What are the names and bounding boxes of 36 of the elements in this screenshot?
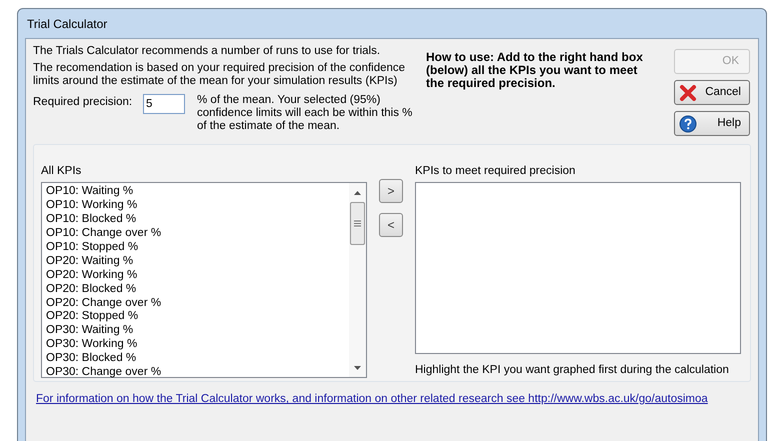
intro-text: The Trials Calculator recommends a number of runs to use for trials. bbox=[33, 45, 382, 58]
kpi-list-item[interactable]: OP10: Stopped % bbox=[46, 240, 349, 255]
intro-text: The recomendation is based on your required precision of the confidence limits around the estimate of the mean for your simulation results (KPIs) bbox=[33, 62, 406, 88]
cancel-button[interactable]: Cancel bbox=[674, 80, 750, 105]
help-icon bbox=[679, 114, 697, 132]
kpi-list-item[interactable]: OP10: Waiting % bbox=[46, 185, 349, 200]
kpi-list-item[interactable]: OP30: Blocked % bbox=[46, 352, 349, 366]
kpi-list-item[interactable]: OP20: Working % bbox=[46, 268, 349, 283]
all-kpis-list[interactable] bbox=[41, 182, 367, 378]
kpi-list-item[interactable]: OP10: Blocked % bbox=[46, 213, 349, 227]
scroll-down-icon[interactable] bbox=[353, 365, 362, 372]
window-title: Trial Calculator bbox=[27, 16, 108, 32]
kpi-list-item[interactable]: OP20: Stopped % bbox=[46, 310, 349, 324]
precision-note: % of the mean. Your selected (95%) confidence limits will each be within this % of the estimate of the mean. bbox=[197, 94, 414, 133]
how-to-use-text: How to use: Add to the right hand box (below) all the KPIs you want to meet the required precision. bbox=[426, 51, 644, 92]
info-link[interactable]: For information on how the Trial Calculator works, and information on other related research see http://www.wbs.ac.uk/go/autosimoa bbox=[36, 391, 708, 408]
kpi-list-item[interactable]: OP30: Change over % bbox=[46, 366, 349, 380]
precision-field[interactable]: 5 bbox=[143, 94, 185, 114]
selected-kpis-label: KPIs to meet required precision bbox=[415, 164, 576, 179]
close-icon bbox=[679, 84, 697, 100]
move-button[interactable]: > bbox=[379, 179, 403, 203]
kpi-list-item[interactable]: OP20: Waiting % bbox=[46, 254, 349, 269]
help-button[interactable]: Help bbox=[674, 111, 750, 136]
scroll-thumb[interactable] bbox=[350, 202, 365, 246]
move-button[interactable]: < bbox=[379, 213, 403, 237]
scrollbar[interactable] bbox=[349, 183, 366, 378]
precision-label: Required precision: bbox=[33, 95, 134, 109]
kpi-list-item[interactable]: OP30: Working % bbox=[46, 338, 349, 352]
hint-text: Highlight the KPI you want graphed first during the calculation bbox=[415, 363, 730, 378]
kpi-list-item[interactable]: OP20: Change over % bbox=[46, 296, 349, 310]
kpi-list-item[interactable]: OP10: Change over % bbox=[46, 226, 349, 241]
all-kpis-label: All KPIs bbox=[41, 164, 82, 179]
kpi-list-item[interactable]: OP10: Working % bbox=[46, 199, 349, 214]
kpi-list-item[interactable]: OP20: Blocked % bbox=[46, 282, 349, 296]
kpi-list-item[interactable]: OP30: Waiting % bbox=[46, 324, 349, 338]
scroll-up-icon[interactable] bbox=[353, 190, 362, 196]
